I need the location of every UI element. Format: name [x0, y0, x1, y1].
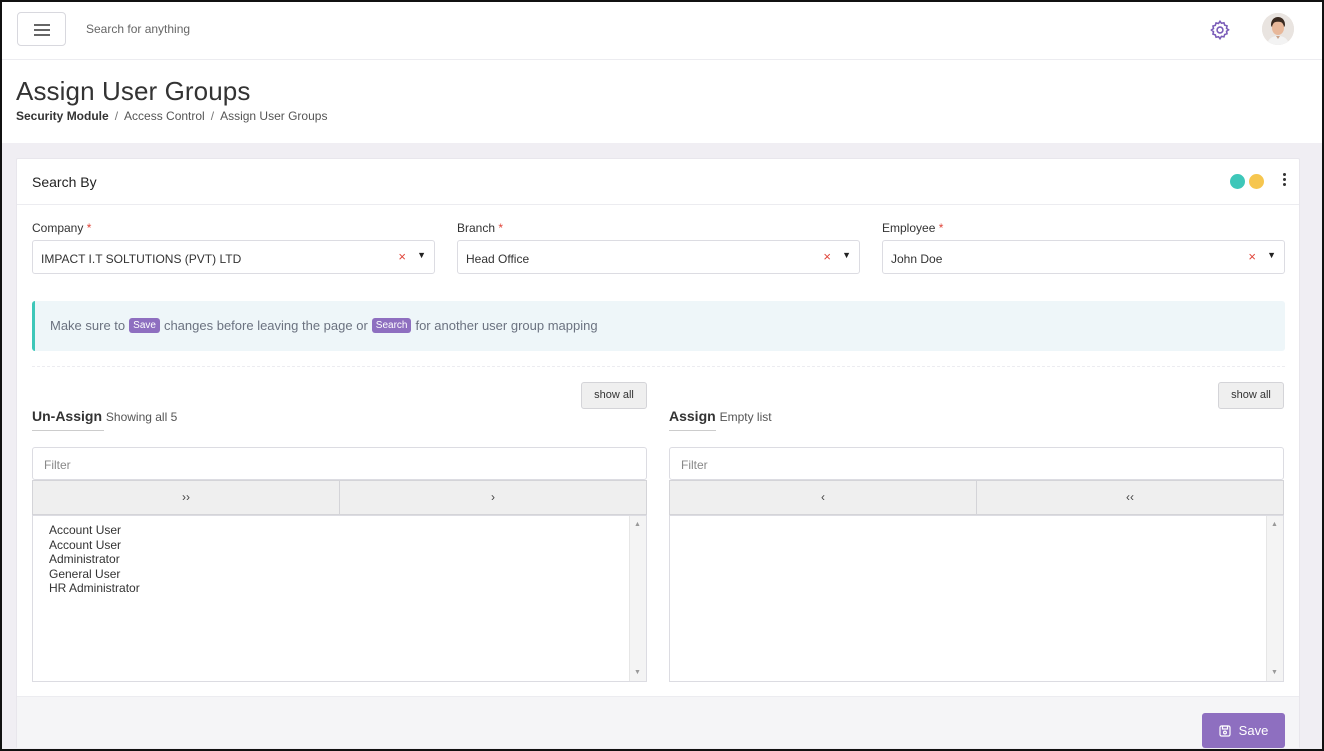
- unassign-title: Un-Assign Showing all 5: [32, 408, 177, 424]
- employee-label-text: Employee: [882, 221, 936, 235]
- user-avatar[interactable]: [1262, 13, 1294, 45]
- hamburger-icon: [33, 23, 50, 36]
- assign-title-text: Assign: [669, 408, 716, 424]
- list-item[interactable]: Account User: [49, 523, 140, 538]
- clear-icon[interactable]: ×: [398, 249, 406, 264]
- remove-selected-button[interactable]: ‹: [670, 481, 976, 514]
- assign-move-buttons: ‹ ‹‹: [669, 480, 1284, 515]
- company-label-text: Company: [32, 221, 84, 235]
- unassign-show-all-button[interactable]: show all: [581, 382, 647, 409]
- assign-show-all-button[interactable]: show all: [1218, 382, 1284, 409]
- divider: [32, 366, 1285, 367]
- remove-all-button[interactable]: ‹‹: [976, 481, 1283, 514]
- unassign-move-buttons: ›› ›: [32, 480, 647, 515]
- move-all-button[interactable]: ››: [33, 481, 339, 514]
- branch-value: Head Office: [466, 252, 530, 266]
- employee-label: Employee *: [882, 221, 943, 235]
- breadcrumb-separator: /: [114, 109, 119, 123]
- assign-filter-input[interactable]: Filter: [669, 447, 1284, 480]
- breadcrumb-access-control[interactable]: Access Control: [124, 109, 205, 123]
- notice-text: Make sure to Save changes before leaving…: [50, 318, 598, 333]
- unassign-title-text: Un-Assign: [32, 408, 102, 424]
- search-card: Search By Company * IMPACT I.T SOLTUTION…: [16, 158, 1300, 748]
- assign-subtitle: Empty list: [719, 410, 772, 424]
- menu-toggle-button[interactable]: [17, 12, 66, 46]
- assign-underline: [669, 430, 716, 431]
- list-item[interactable]: General User: [49, 567, 140, 582]
- notice-part: changes before leaving the page or: [163, 318, 368, 333]
- move-selected-button[interactable]: ›: [339, 481, 646, 514]
- branch-label-text: Branch: [457, 221, 496, 235]
- branch-select[interactable]: Head Office × ▼: [457, 240, 860, 274]
- scrollbar[interactable]: ▲ ▼: [1266, 516, 1283, 681]
- chevron-down-icon[interactable]: ▼: [842, 250, 851, 260]
- list-item[interactable]: Account User: [49, 538, 140, 553]
- floppy-icon: [1219, 724, 1231, 737]
- page-header: Assign User Groups Security Module / Acc…: [2, 60, 1322, 143]
- employee-select[interactable]: John Doe × ▼: [882, 240, 1285, 274]
- yellow-dot-icon[interactable]: [1249, 174, 1264, 189]
- company-select[interactable]: IMPACT I.T SOLTUTIONS (PVT) LTD × ▼: [32, 240, 435, 274]
- save-button[interactable]: Save: [1202, 713, 1285, 748]
- chevron-down-icon[interactable]: ▼: [1267, 250, 1276, 260]
- breadcrumb-separator: /: [210, 109, 215, 123]
- required-marker: *: [498, 221, 504, 235]
- list-item[interactable]: Administrator: [49, 552, 140, 567]
- notice-part: Make sure to: [50, 318, 126, 333]
- breadcrumb-current: Assign User Groups: [220, 109, 328, 123]
- unassign-subtitle: Showing all 5: [105, 410, 178, 424]
- scroll-up-icon[interactable]: ▲: [1271, 521, 1278, 528]
- breadcrumb-security-module[interactable]: Security Module: [16, 109, 109, 123]
- page-title: Assign User Groups: [16, 76, 251, 106]
- company-label: Company *: [32, 221, 91, 235]
- chevron-down-icon[interactable]: ▼: [417, 250, 426, 260]
- clear-icon[interactable]: ×: [823, 249, 831, 264]
- top-bar: Search for anything: [2, 2, 1322, 60]
- list-item[interactable]: HR Administrator: [49, 581, 140, 596]
- breadcrumb: Security Module / Access Control / Assig…: [16, 109, 327, 123]
- required-marker: *: [938, 221, 944, 235]
- gear-icon[interactable]: [1209, 19, 1231, 41]
- card-title: Search By: [32, 174, 97, 190]
- branch-label: Branch *: [457, 221, 503, 235]
- kebab-icon[interactable]: [1283, 173, 1287, 189]
- info-notice: Make sure to Save changes before leaving…: [32, 301, 1285, 351]
- save-pill: Save: [129, 318, 160, 333]
- assign-title: Assign Empty list: [669, 408, 772, 424]
- notice-part: for another user group mapping: [415, 318, 598, 333]
- unassign-filter-input[interactable]: Filter: [32, 447, 647, 480]
- scroll-down-icon[interactable]: ▼: [1271, 669, 1278, 676]
- required-marker: *: [86, 221, 92, 235]
- unassign-items: Account User Account User Administrator …: [49, 523, 140, 596]
- assign-listbox[interactable]: ▲ ▼: [669, 515, 1284, 682]
- scrollbar[interactable]: ▲ ▼: [629, 516, 646, 681]
- employee-value: John Doe: [891, 252, 943, 266]
- card-header: Search By: [17, 159, 1299, 205]
- save-label: Save: [1238, 723, 1269, 738]
- global-search-input[interactable]: Search for anything: [86, 22, 190, 36]
- card-footer: Save: [17, 696, 1299, 748]
- search-pill: Search: [371, 318, 412, 333]
- filter-placeholder: Filter: [681, 458, 708, 472]
- scroll-up-icon[interactable]: ▲: [634, 521, 641, 528]
- teal-dot-icon[interactable]: [1230, 174, 1245, 189]
- unassign-underline: [32, 430, 104, 431]
- company-value: IMPACT I.T SOLTUTIONS (PVT) LTD: [41, 252, 242, 266]
- filter-placeholder: Filter: [44, 458, 71, 472]
- unassign-listbox[interactable]: Account User Account User Administrator …: [32, 515, 647, 682]
- scroll-down-icon[interactable]: ▼: [634, 669, 641, 676]
- clear-icon[interactable]: ×: [1248, 249, 1256, 264]
